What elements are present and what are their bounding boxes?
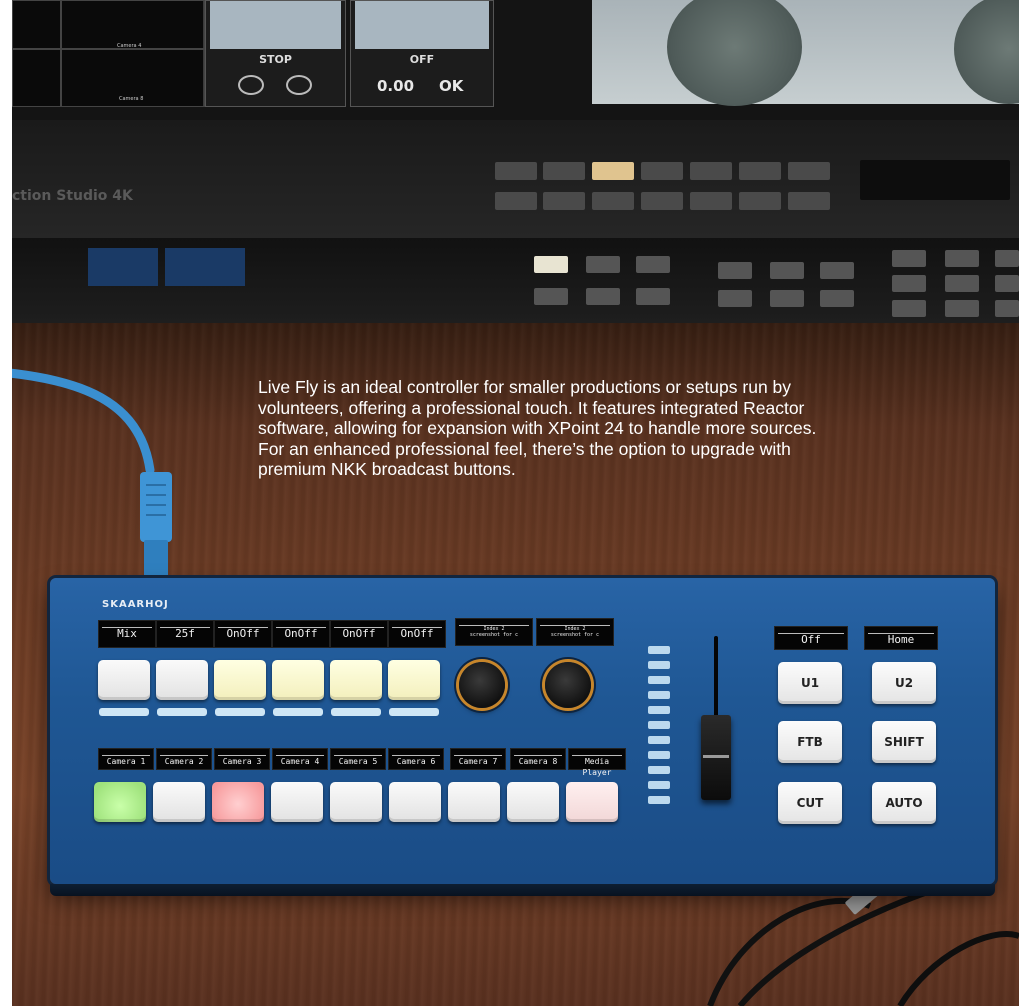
monitor-panel-off: OFF 0.00 OK	[350, 0, 494, 107]
right-display: Home	[864, 626, 938, 650]
switcher-label: ction Studio 4K	[12, 188, 133, 204]
led-strip	[389, 708, 439, 716]
vu-segment	[648, 676, 670, 684]
vu-segment	[648, 766, 670, 774]
led-strip	[215, 708, 265, 716]
auto-button[interactable]: AUTO	[872, 782, 936, 824]
top-display: OnOff	[388, 620, 446, 648]
live-fly-controller: SKAARHOJ Mix 25f OnOff OnOff OnOff OnOff…	[50, 578, 995, 896]
source-display: Camera 5	[330, 748, 386, 770]
led-strip	[331, 708, 381, 716]
multiview-label: Camera 8	[119, 96, 144, 102]
top-key[interactable]	[330, 660, 382, 700]
top-display: OnOff	[330, 620, 388, 648]
top-display: 25f	[156, 620, 214, 648]
caption-text: Live Fly is an ideal controller for smal…	[258, 377, 817, 479]
vu-segment	[648, 751, 670, 759]
source-key[interactable]	[94, 782, 146, 822]
photo-scene: Camera 4 Camera 8 STOP OFF 0.00 OK ction…	[0, 0, 1019, 1006]
source-display: Camera 7	[450, 748, 506, 770]
vu-segment	[648, 721, 670, 729]
u2-button[interactable]: U2	[872, 662, 936, 704]
vu-segment	[648, 706, 670, 714]
vu-segment	[648, 781, 670, 789]
vu-segment	[648, 661, 670, 669]
vu-segment	[648, 796, 670, 804]
monitor-panel-stop: STOP	[205, 0, 346, 107]
vu-segment	[648, 736, 670, 744]
top-key[interactable]	[156, 660, 208, 700]
page-margin	[0, 0, 12, 1006]
u1-button[interactable]: U1	[778, 662, 842, 704]
source-key[interactable]	[330, 782, 382, 822]
led-strip	[157, 708, 207, 716]
circle-icon	[286, 75, 312, 95]
switcher-lower-panel	[12, 238, 1019, 323]
t-bar-fader[interactable]	[701, 715, 731, 800]
source-key[interactable]	[507, 782, 559, 822]
ethernet-cable	[0, 367, 172, 578]
source-key[interactable]	[153, 782, 205, 822]
source-key[interactable]	[448, 782, 500, 822]
source-display: Camera 6	[388, 748, 444, 770]
source-display: Camera 8	[510, 748, 566, 770]
source-key[interactable]	[212, 782, 264, 822]
source-display: Camera 4	[272, 748, 328, 770]
rotary-knob[interactable]	[459, 662, 505, 708]
source-display: Camera 1	[98, 748, 154, 770]
knob-display: Index 2 screenshot for c	[536, 618, 614, 646]
multiview-grid: Camera 4 Camera 8	[12, 0, 205, 107]
multiview-label: Camera 4	[117, 43, 142, 49]
shift-button[interactable]: SHIFT	[872, 721, 936, 763]
top-key[interactable]	[98, 660, 150, 700]
right-display: Off	[774, 626, 848, 650]
cut-button[interactable]: CUT	[778, 782, 842, 824]
source-display: Media Player	[568, 748, 626, 777]
led-strip	[273, 708, 323, 716]
source-key[interactable]	[389, 782, 441, 822]
source-display: Camera 2	[156, 748, 212, 770]
top-key[interactable]	[272, 660, 324, 700]
top-key[interactable]	[388, 660, 440, 700]
source-key[interactable]	[271, 782, 323, 822]
ftb-button[interactable]: FTB	[778, 721, 842, 763]
top-display: OnOff	[272, 620, 330, 648]
vu-segment	[648, 646, 670, 654]
brand-logo: SKAARHOJ	[102, 599, 169, 610]
top-display: Mix	[98, 620, 156, 648]
rotary-knob[interactable]	[545, 662, 591, 708]
knob-display: Index 2 screenshot for c	[455, 618, 533, 646]
source-display: Camera 3	[214, 748, 270, 770]
vu-segment	[648, 691, 670, 699]
source-key[interactable]	[566, 782, 618, 822]
circle-icon	[238, 75, 264, 95]
top-key[interactable]	[214, 660, 266, 700]
led-strip	[99, 708, 149, 716]
monitor-preview-screen	[592, 0, 1019, 106]
top-display: OnOff	[214, 620, 272, 648]
